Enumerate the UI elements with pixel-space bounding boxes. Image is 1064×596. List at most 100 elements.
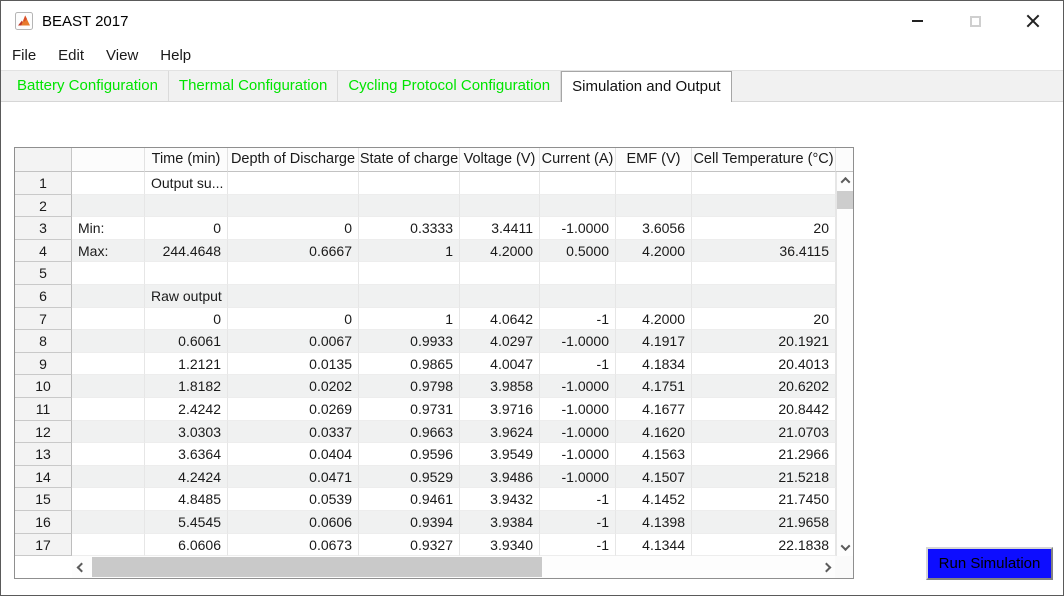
table-cell[interactable]: 0.9529	[359, 465, 460, 489]
table-cell[interactable]: 4.1507	[616, 465, 692, 489]
table-cell[interactable]: 3.0303	[145, 420, 228, 444]
table-cell[interactable]: 0.9865	[359, 352, 460, 376]
table-cell[interactable]: 4.1398	[616, 510, 692, 534]
table-cell[interactable]: 4.2000	[616, 239, 692, 263]
table-cell[interactable]: 4.1620	[616, 420, 692, 444]
table-cell[interactable]: 20	[692, 217, 836, 240]
table-cell[interactable]	[616, 172, 692, 195]
table-cell[interactable]: 0.0471	[228, 465, 359, 489]
scroll-right-button[interactable]	[817, 556, 835, 578]
table-cell[interactable]	[72, 172, 145, 195]
table-cell[interactable]: 1	[359, 239, 460, 263]
table-cell[interactable]: 0.9327	[359, 533, 460, 556]
table-cell[interactable]: 4.0047	[460, 352, 540, 376]
table-cell[interactable]	[692, 284, 836, 308]
menu-edit[interactable]: Edit	[47, 41, 95, 70]
table-cell[interactable]	[72, 397, 145, 421]
table-cell[interactable]: -1.0000	[540, 330, 616, 353]
tab-thermal-configuration[interactable]: Thermal Configuration	[169, 71, 339, 101]
table-cell[interactable]	[72, 533, 145, 556]
table-cell[interactable]: 4.0297	[460, 330, 540, 353]
table-cell[interactable]: Min:	[72, 217, 145, 240]
table-cell[interactable]: 0.0606	[228, 510, 359, 534]
table-cell[interactable]	[72, 262, 145, 285]
close-button[interactable]	[1004, 1, 1062, 41]
table-cell[interactable]: 4.0642	[460, 307, 540, 331]
table-cell[interactable]: -1.0000	[540, 443, 616, 466]
table-cell[interactable]: 0.0337	[228, 420, 359, 444]
table-cell[interactable]	[359, 284, 460, 308]
table-cell[interactable]: 20.4013	[692, 352, 836, 376]
table-cell[interactable]	[72, 194, 145, 218]
table-cell[interactable]	[616, 284, 692, 308]
scroll-down-button[interactable]	[837, 539, 853, 556]
table-cell[interactable]: 21.2966	[692, 443, 836, 466]
table-cell[interactable]: 4.1452	[616, 488, 692, 511]
table-cell[interactable]: 1	[359, 307, 460, 331]
table-cell[interactable]	[72, 284, 145, 308]
table-cell[interactable]: 0	[145, 307, 228, 331]
table-cell[interactable]: 4.2000	[616, 307, 692, 331]
table-cell[interactable]: 4.1344	[616, 533, 692, 556]
table-cell[interactable]	[460, 284, 540, 308]
table-cell[interactable]: 3.9549	[460, 443, 540, 466]
table-cell[interactable]: -1.0000	[540, 217, 616, 240]
table-cell[interactable]: 0	[228, 217, 359, 240]
table-cell[interactable]	[145, 262, 228, 285]
table-cell[interactable]	[359, 172, 460, 195]
table-cell[interactable]: 4.2000	[460, 239, 540, 263]
table-cell[interactable]	[460, 262, 540, 285]
table-cell[interactable]: 4.8485	[145, 488, 228, 511]
table-cell[interactable]: -1	[540, 510, 616, 534]
table-cell[interactable]	[228, 262, 359, 285]
table-cell[interactable]	[72, 465, 145, 489]
table-cell[interactable]: -1.0000	[540, 465, 616, 489]
menu-help[interactable]: Help	[149, 41, 202, 70]
table-cell[interactable]: 21.0703	[692, 420, 836, 444]
table-cell[interactable]: 3.9858	[460, 375, 540, 398]
table-cell[interactable]	[540, 194, 616, 218]
table-cell[interactable]: 3.9716	[460, 397, 540, 421]
table-cell[interactable]: 0.0539	[228, 488, 359, 511]
table-cell[interactable]: 21.9658	[692, 510, 836, 534]
table-cell[interactable]: 3.9432	[460, 488, 540, 511]
table-cell[interactable]: 0.9798	[359, 375, 460, 398]
table-cell[interactable]: 1.2121	[145, 352, 228, 376]
menu-view[interactable]: View	[95, 41, 149, 70]
table-cell[interactable]: 0.9933	[359, 330, 460, 353]
table-cell[interactable]: Max:	[72, 239, 145, 263]
table-cell[interactable]: 4.1917	[616, 330, 692, 353]
table-cell[interactable]: 6.0606	[145, 533, 228, 556]
table-cell[interactable]: 0.3333	[359, 217, 460, 240]
table-cell[interactable]	[692, 194, 836, 218]
table-cell[interactable]: 36.4115	[692, 239, 836, 263]
table-cell[interactable]	[72, 510, 145, 534]
menu-file[interactable]: File	[11, 41, 47, 70]
table-cell[interactable]: 0.9731	[359, 397, 460, 421]
table-cell[interactable]	[359, 262, 460, 285]
table-cell[interactable]	[616, 262, 692, 285]
table-cell[interactable]: 21.7450	[692, 488, 836, 511]
tab-simulation-and-output[interactable]: Simulation and Output	[561, 71, 732, 102]
maximize-button[interactable]	[946, 1, 1004, 41]
table-cell[interactable]: 4.2424	[145, 465, 228, 489]
table-cell[interactable]: 0	[228, 307, 359, 331]
tab-battery-configuration[interactable]: Battery Configuration	[7, 71, 169, 101]
table-cell[interactable]: -1	[540, 533, 616, 556]
table-cell[interactable]: Raw output	[145, 284, 228, 308]
table-cell[interactable]: 3.4411	[460, 217, 540, 240]
table-cell[interactable]: 0.0067	[228, 330, 359, 353]
table-cell[interactable]: 0.0202	[228, 375, 359, 398]
table-cell[interactable]: 0.0404	[228, 443, 359, 466]
table-cell[interactable]	[540, 284, 616, 308]
vertical-scroll-thumb[interactable]	[837, 191, 853, 209]
table-cell[interactable]: 244.4648	[145, 239, 228, 263]
table-cell[interactable]: 3.9624	[460, 420, 540, 444]
table-cell[interactable]: 0.9663	[359, 420, 460, 444]
table-cell[interactable]: 4.1751	[616, 375, 692, 398]
table-cell[interactable]: 0.0135	[228, 352, 359, 376]
table-cell[interactable]: 0.6667	[228, 239, 359, 263]
table-cell[interactable]: -1	[540, 352, 616, 376]
table-cell[interactable]: 4.1834	[616, 352, 692, 376]
table-cell[interactable]: 0	[145, 217, 228, 240]
